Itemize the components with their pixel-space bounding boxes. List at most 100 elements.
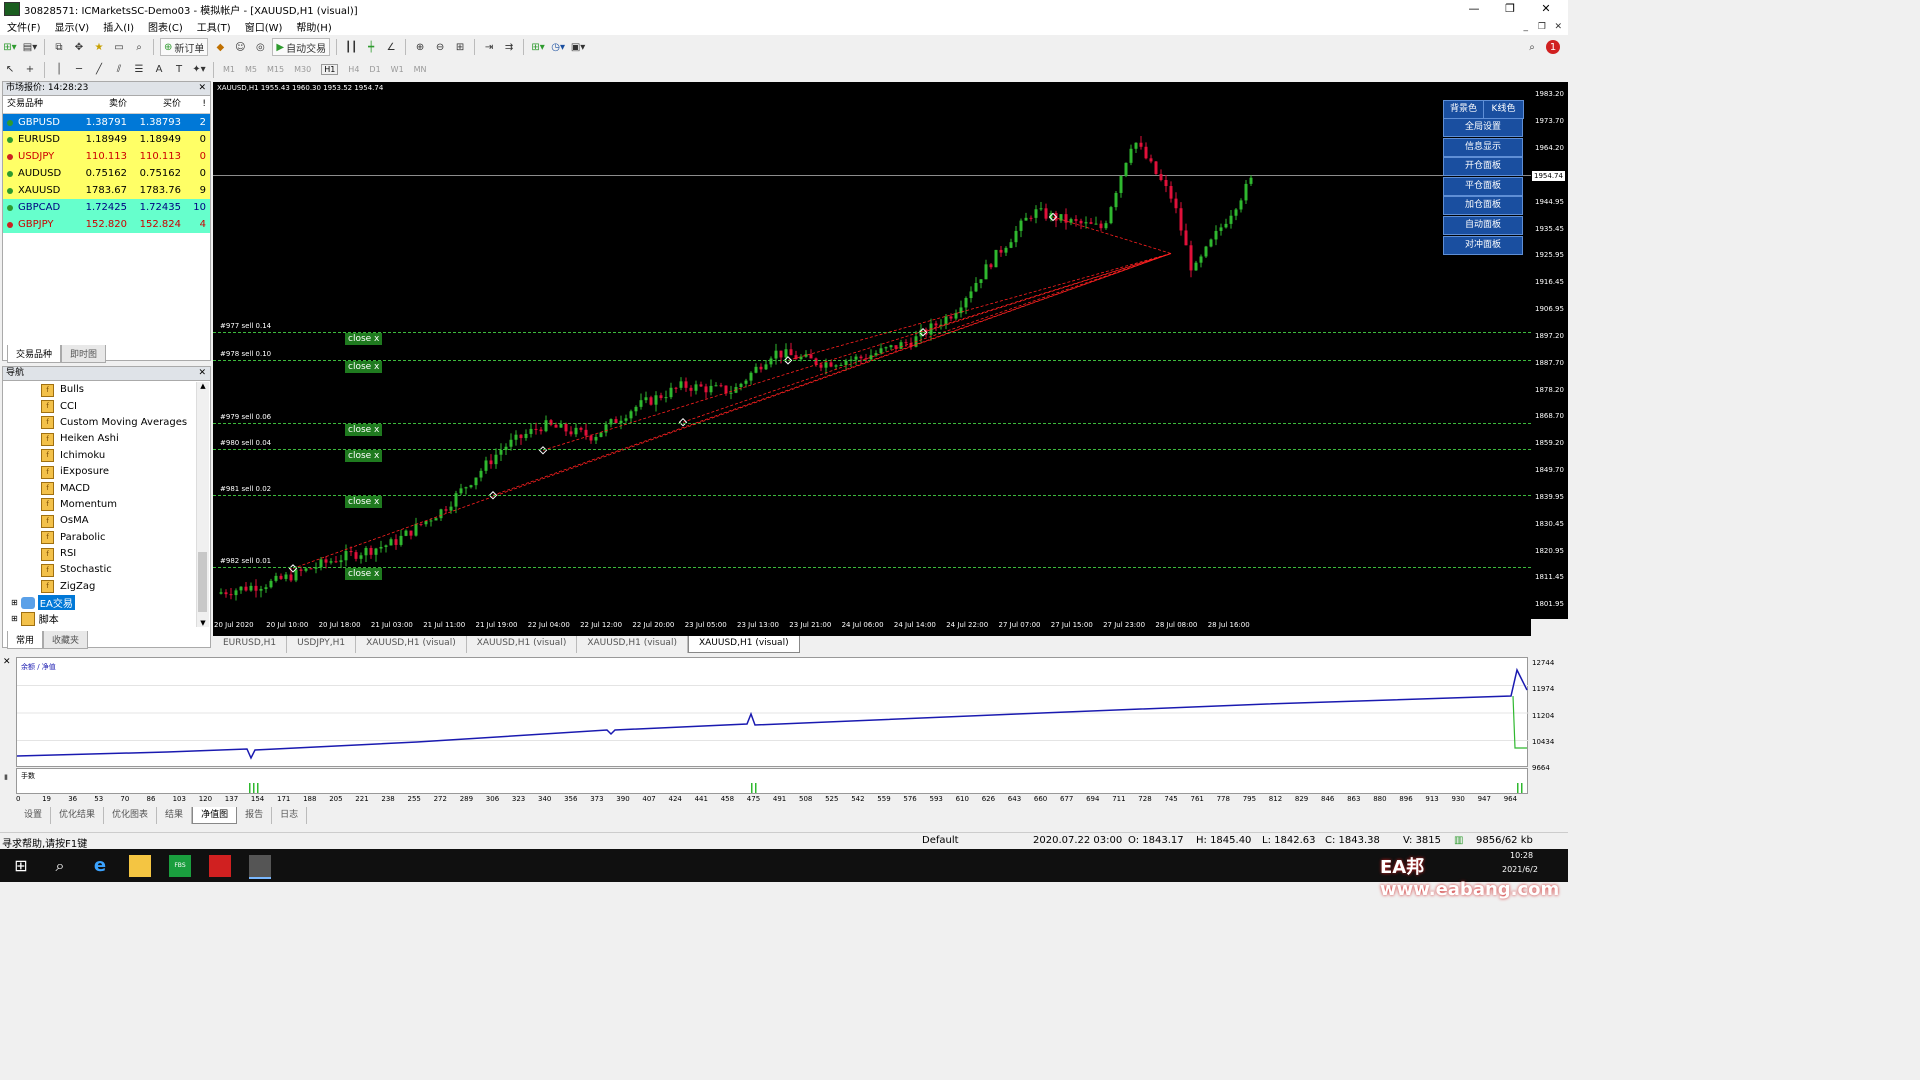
timeframe-h4[interactable]: H4: [348, 65, 359, 74]
close-order-button[interactable]: close x: [345, 496, 383, 508]
red-app-icon[interactable]: [209, 855, 231, 877]
market-watch-row-eurusd[interactable]: EURUSD 1.18949 1.18949 0: [3, 131, 210, 148]
ea-panel-button[interactable]: K线色: [1483, 100, 1524, 119]
timeframe-w1[interactable]: W1: [391, 65, 404, 74]
trendline-icon[interactable]: ╱: [91, 62, 107, 78]
timeframe-d1[interactable]: D1: [369, 65, 380, 74]
text-icon[interactable]: A: [151, 62, 167, 78]
chart-tab[interactable]: XAUUSD,H1 (visual): [687, 636, 800, 653]
ea-panel-button[interactable]: 平仓面板: [1443, 176, 1523, 196]
start-icon[interactable]: ⊞: [10, 855, 32, 877]
periods-icon[interactable]: ◷▾: [550, 39, 566, 55]
tester-tab[interactable]: 日志: [272, 807, 308, 824]
close-order-button[interactable]: close x: [345, 567, 383, 580]
navigator-ea-node[interactable]: ⊞ EA交易: [11, 595, 75, 610]
tester-tab[interactable]: 优化图表: [104, 807, 158, 824]
new-order-button[interactable]: ⊕ 新订单: [160, 38, 209, 56]
metaeditor-icon[interactable]: ◆: [212, 39, 228, 55]
search-taskbar-icon[interactable]: ⌕: [49, 855, 71, 877]
arrows-icon[interactable]: ✦▾: [191, 62, 207, 78]
market-watch-row-gbpjpy[interactable]: GBPJPY 152.820 152.824 4: [3, 216, 210, 233]
chart-tab[interactable]: EURUSD,H1: [213, 636, 288, 653]
navigator-indicator-item[interactable]: f Bulls: [41, 382, 196, 398]
tab-common[interactable]: 常用: [7, 631, 44, 649]
mdi-restore-icon[interactable]: ❐: [1538, 22, 1546, 32]
navigator-indicator-item[interactable]: f Ichimoku: [41, 448, 196, 464]
order-line[interactable]: [213, 359, 1531, 361]
navigator-close-icon[interactable]: ✕: [198, 367, 206, 380]
tab-symbols[interactable]: 交易品种: [7, 345, 62, 363]
scroll-down-icon[interactable]: ▼: [197, 619, 209, 627]
timeframe-h1[interactable]: H1: [321, 64, 339, 75]
strategy-tester-icon[interactable]: ⌕: [131, 39, 147, 55]
tab-tick-chart[interactable]: 即时图: [61, 345, 107, 363]
market-watch-row-xauusd[interactable]: XAUUSD 1783.67 1783.76 9: [3, 182, 210, 199]
zoom-out-icon[interactable]: ⊖: [432, 39, 448, 55]
navigator-indicator-item[interactable]: f RSI: [41, 546, 196, 562]
new-chart-icon[interactable]: ⊞▾: [2, 39, 18, 55]
mdi-close-icon[interactable]: ✕: [1554, 22, 1562, 32]
timeframe-m1[interactable]: M1: [223, 65, 235, 74]
data-window-icon[interactable]: ✥: [71, 39, 87, 55]
chart-tab[interactable]: USDJPY,H1: [287, 636, 357, 653]
expand-icon[interactable]: ⊞: [11, 598, 18, 607]
market-watch-row-usdjpy[interactable]: USDJPY 110.113 110.113 0: [3, 148, 210, 165]
timeframe-m15[interactable]: M15: [267, 65, 284, 74]
cursor-icon[interactable]: ↖: [2, 62, 18, 78]
ea-panel-button[interactable]: 开仓面板: [1443, 157, 1523, 177]
ea-panel-button[interactable]: 对冲面板: [1443, 235, 1523, 255]
navigator-indicator-item[interactable]: f Parabolic: [41, 530, 196, 546]
ea-panel-button[interactable]: 背景色: [1443, 100, 1484, 119]
ea-panel-button[interactable]: 加仓面板: [1443, 196, 1523, 216]
order-line[interactable]: [213, 449, 1531, 451]
order-line[interactable]: [213, 423, 1531, 425]
menu-insert[interactable]: 插入(I): [96, 19, 141, 34]
tab-favorites[interactable]: 收藏夹: [43, 631, 89, 649]
navigator-indicator-item[interactable]: f Custom Moving Averages: [41, 415, 196, 431]
metatrader-taskbar-icon[interactable]: [249, 855, 271, 879]
vertical-line-icon[interactable]: │: [51, 62, 67, 78]
price-chart[interactable]: XAUUSD,H1 1955.43 1960.30 1953.52 1954.7…: [213, 82, 1531, 619]
restore-button[interactable]: ❐: [1492, 0, 1528, 18]
tester-tab[interactable]: 优化结果: [51, 807, 105, 824]
navigator-indicator-item[interactable]: f MACD: [41, 480, 196, 496]
menu-view[interactable]: 显示(V): [48, 19, 97, 34]
navigator-indicator-item[interactable]: f OsMA: [41, 513, 196, 529]
close-order-button[interactable]: close x: [345, 424, 383, 437]
auto-trading-button[interactable]: ▶ 自动交易: [272, 38, 331, 56]
text-label-icon[interactable]: T: [171, 62, 187, 78]
chart-shift-icon[interactable]: ⇥: [481, 39, 497, 55]
order-line[interactable]: [213, 331, 1531, 333]
signals-icon[interactable]: ☺: [232, 39, 248, 55]
tester-close-icon[interactable]: ✕: [3, 657, 11, 667]
horizontal-line-icon[interactable]: ─: [71, 62, 87, 78]
scroll-thumb[interactable]: [198, 552, 207, 612]
mdi-minimize-icon[interactable]: _: [1524, 22, 1529, 32]
order-line[interactable]: [213, 495, 1531, 496]
fbs-app-icon[interactable]: FBS: [169, 855, 191, 877]
navigator-scrollbar[interactable]: ▲ ▼: [196, 382, 209, 627]
line-chart-icon[interactable]: ∠: [383, 39, 399, 55]
navigator-indicator-item[interactable]: f CCI: [41, 398, 196, 414]
ie-icon[interactable]: e: [89, 855, 111, 877]
navigator-indicator-item[interactable]: f ZigZag: [41, 579, 196, 595]
zoom-in-icon[interactable]: ⊕: [412, 39, 428, 55]
tester-tab[interactable]: 报告: [237, 807, 273, 824]
navigator-indicator-item[interactable]: f Stochastic: [41, 562, 196, 578]
market-watch-icon[interactable]: ⧉: [51, 39, 67, 55]
order-line[interactable]: [213, 566, 1531, 568]
search-icon[interactable]: ⌕: [1524, 39, 1540, 55]
menu-charts[interactable]: 图表(C): [141, 19, 190, 34]
chart-tab[interactable]: XAUUSD,H1 (visual): [467, 636, 578, 653]
menu-tools[interactable]: 工具(T): [190, 19, 238, 34]
menu-file[interactable]: 文件(F): [0, 19, 48, 34]
navigator-indicator-item[interactable]: f iExposure: [41, 464, 196, 480]
market-watch-row-gbpusd[interactable]: GBPUSD 1.38791 1.38793 2: [3, 114, 210, 131]
close-order-button[interactable]: close x: [345, 450, 383, 463]
tester-tab[interactable]: 设置: [16, 807, 52, 824]
market-watch-row-audusd[interactable]: AUDUSD 0.75162 0.75162 0: [3, 165, 210, 182]
notifications-icon[interactable]: 1: [1546, 40, 1560, 54]
navigator-indicator-item[interactable]: f Heiken Ashi: [41, 431, 196, 447]
market-watch-close-icon[interactable]: ✕: [198, 82, 206, 95]
market-icon[interactable]: ◎: [252, 39, 268, 55]
